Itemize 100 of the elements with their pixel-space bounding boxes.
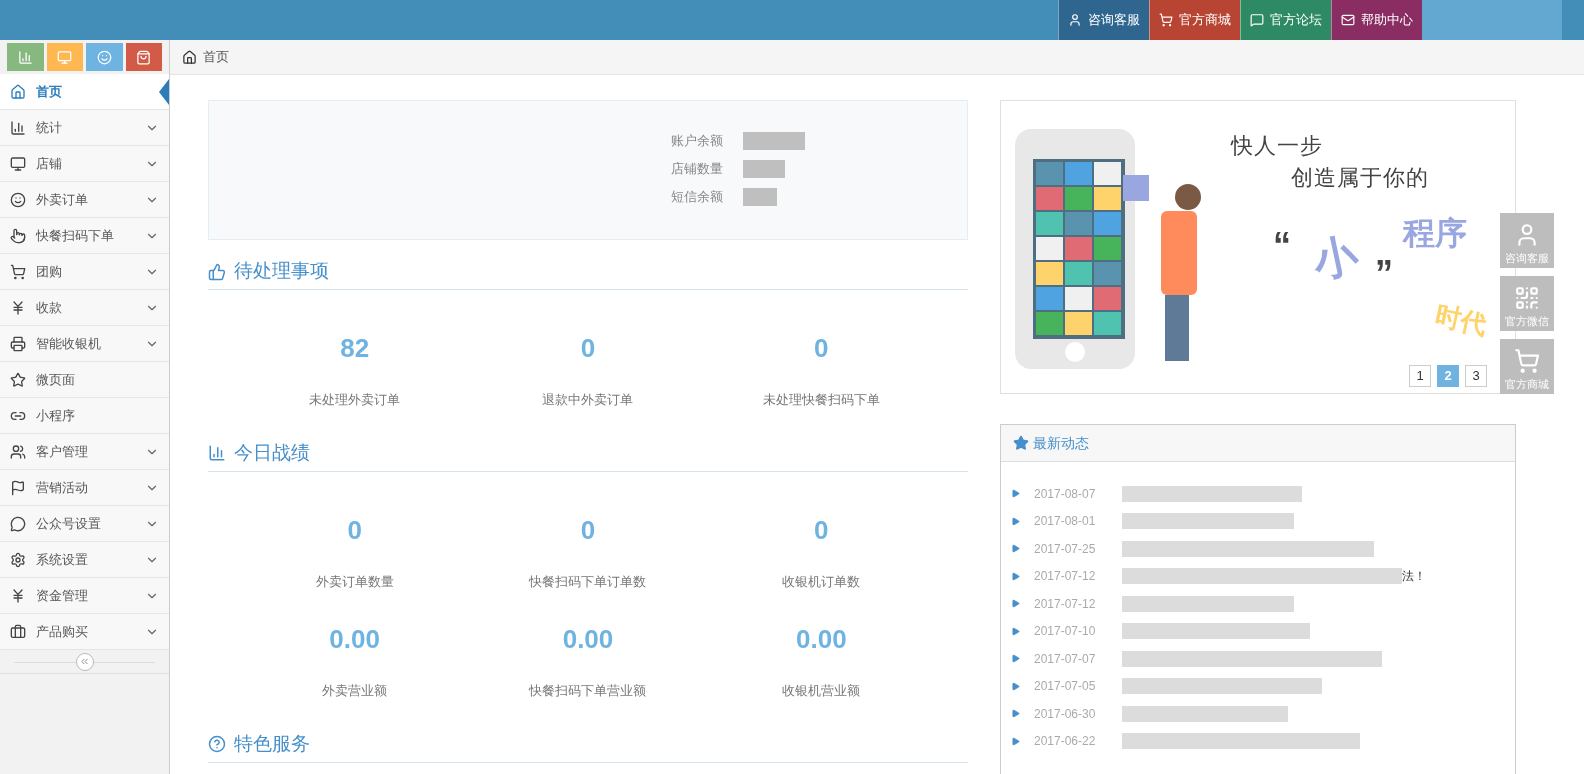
flag-icon — [10, 479, 26, 496]
news-date: 2017-07-07 — [1034, 650, 1097, 668]
cart-icon — [10, 263, 26, 280]
sidebar-item[interactable]: 收款 — [0, 290, 169, 326]
top-link[interactable]: 官方论坛 — [1240, 0, 1331, 40]
quote-mark: “ — [1273, 224, 1291, 268]
bar-chart-icon — [17, 49, 33, 65]
chat-icon — [1250, 13, 1264, 27]
shopping-bag-icon — [136, 49, 152, 65]
sidebar-item[interactable]: 快餐扫码下单 — [0, 218, 169, 254]
banner-word: 时代 — [1431, 298, 1491, 343]
triangle-bullet-icon — [1011, 626, 1020, 636]
yen-icon — [10, 587, 26, 604]
stat-value: 0.00 — [562, 623, 614, 655]
sidebar-item[interactable]: 资金管理 — [0, 578, 169, 614]
news-date: 2017-07-05 — [1034, 678, 1097, 696]
monitor-icon — [10, 155, 26, 172]
stat-value: 0 — [814, 332, 829, 364]
section-title: 特色服务 — [234, 731, 310, 756]
bar-chart-icon — [208, 444, 226, 462]
triangle-bullet-icon — [1011, 709, 1020, 719]
sidebar-item[interactable]: 系统设置 — [0, 542, 169, 578]
news-date: 2017-07-12 — [1034, 595, 1097, 613]
sidebar-item[interactable]: 团购 — [0, 254, 169, 290]
triangle-bullet-icon — [1011, 544, 1020, 554]
triangle-bullet-icon — [1011, 681, 1020, 691]
sidebar-item[interactable]: 产品购买 — [0, 614, 169, 650]
breadcrumb-link[interactable]: 首页 — [203, 47, 229, 67]
field-label: 短信余额 — [671, 188, 723, 207]
hand-pointer-icon — [10, 227, 26, 244]
field-label: 店铺数量 — [671, 160, 723, 179]
redacted-value — [743, 132, 805, 150]
banner-word: 小 — [1307, 227, 1363, 289]
qr-code-icon — [1514, 284, 1540, 311]
sidebar-item[interactable]: 统计 — [0, 110, 169, 146]
gear-icon — [10, 551, 26, 568]
monitor-icon — [57, 49, 73, 65]
sidebar-item[interactable]: 首页 — [0, 74, 169, 110]
top-link[interactable]: 咨询客服 — [1058, 0, 1149, 40]
redacted-value — [743, 160, 785, 178]
stat-value: 0 — [347, 513, 362, 546]
users-icon — [10, 443, 26, 460]
sidebar-item[interactable]: 公众号设置 — [0, 506, 169, 542]
triangle-bullet-icon — [1011, 599, 1020, 609]
stat-label: 未处理快餐扫码下单 — [762, 391, 880, 409]
sidebar-item[interactable]: 客户管理 — [0, 434, 169, 470]
banner-word: 程序 — [1403, 214, 1467, 253]
stat-label: 退款中外卖订单 — [542, 391, 634, 409]
stat-label: 收银机订单数 — [782, 572, 861, 591]
news-date: 2017-06-30 — [1034, 705, 1097, 723]
sidebar-item[interactable]: 外卖订单 — [0, 182, 169, 218]
shortcut-button[interactable] — [125, 43, 162, 71]
stat-value: 0 — [580, 332, 596, 364]
home-icon — [182, 49, 197, 65]
cart-icon — [1159, 13, 1173, 27]
smiley-icon — [10, 191, 26, 208]
bar-chart-icon — [10, 119, 26, 136]
stat-label: 未处理外卖订单 — [309, 391, 401, 409]
stat-value: 0 — [580, 513, 596, 546]
star-icon — [10, 371, 26, 388]
sidebar-item[interactable]: 微页面 — [0, 362, 169, 398]
star-icon — [1013, 435, 1029, 451]
sidebar-item[interactable]: 智能收银机 — [0, 326, 169, 362]
news-date: 2017-07-12 — [1034, 568, 1097, 586]
stat-label: 外卖营业额 — [322, 682, 388, 700]
briefcase-icon — [10, 623, 26, 640]
triangle-bullet-icon — [1011, 516, 1020, 526]
carousel-page-button[interactable]: 3 — [1465, 365, 1487, 387]
triangle-bullet-icon — [1011, 736, 1020, 746]
top-link[interactable]: 帮助中心 — [1331, 0, 1422, 40]
sidebar-item[interactable]: 店铺 — [0, 146, 169, 182]
stat-label: 快餐扫码下单订单数 — [529, 572, 647, 591]
stat-value: 0.00 — [329, 623, 380, 655]
top-link[interactable]: 官方商城 — [1149, 0, 1240, 40]
quote-mark: ” — [1375, 252, 1393, 296]
stat-label: 收银机营业额 — [782, 682, 861, 700]
panel-title: 最新动态 — [1033, 433, 1089, 453]
yen-icon — [10, 299, 26, 316]
triangle-bullet-icon — [1011, 571, 1020, 581]
section-title: 待处理事项 — [234, 259, 329, 284]
smiley-icon — [96, 49, 112, 65]
triangle-bullet-icon — [1011, 489, 1020, 499]
banner-headline: 快人一步 — [1231, 132, 1324, 160]
triangle-bullet-icon — [1011, 654, 1020, 664]
news-text: 法！ — [1402, 568, 1426, 586]
news-date: 2017-07-10 — [1034, 623, 1097, 641]
help-icon — [208, 735, 226, 753]
sidebar-item[interactable]: 小程序 — [0, 398, 169, 434]
shortcut-button[interactable] — [7, 43, 44, 71]
double-chevron-icon — [79, 656, 90, 667]
news-date: 2017-08-01 — [1034, 513, 1097, 531]
section-title: 今日战绩 — [234, 440, 310, 465]
carousel-page-button[interactable]: 1 — [1409, 365, 1431, 387]
shortcut-button[interactable] — [86, 43, 123, 71]
shortcut-button[interactable] — [46, 43, 83, 71]
cart-icon — [1514, 347, 1540, 374]
home-icon — [10, 83, 26, 100]
sidebar-item[interactable]: 营销活动 — [0, 470, 169, 506]
envelope-icon — [1341, 13, 1355, 27]
collapse-sidebar-button[interactable] — [75, 652, 94, 671]
